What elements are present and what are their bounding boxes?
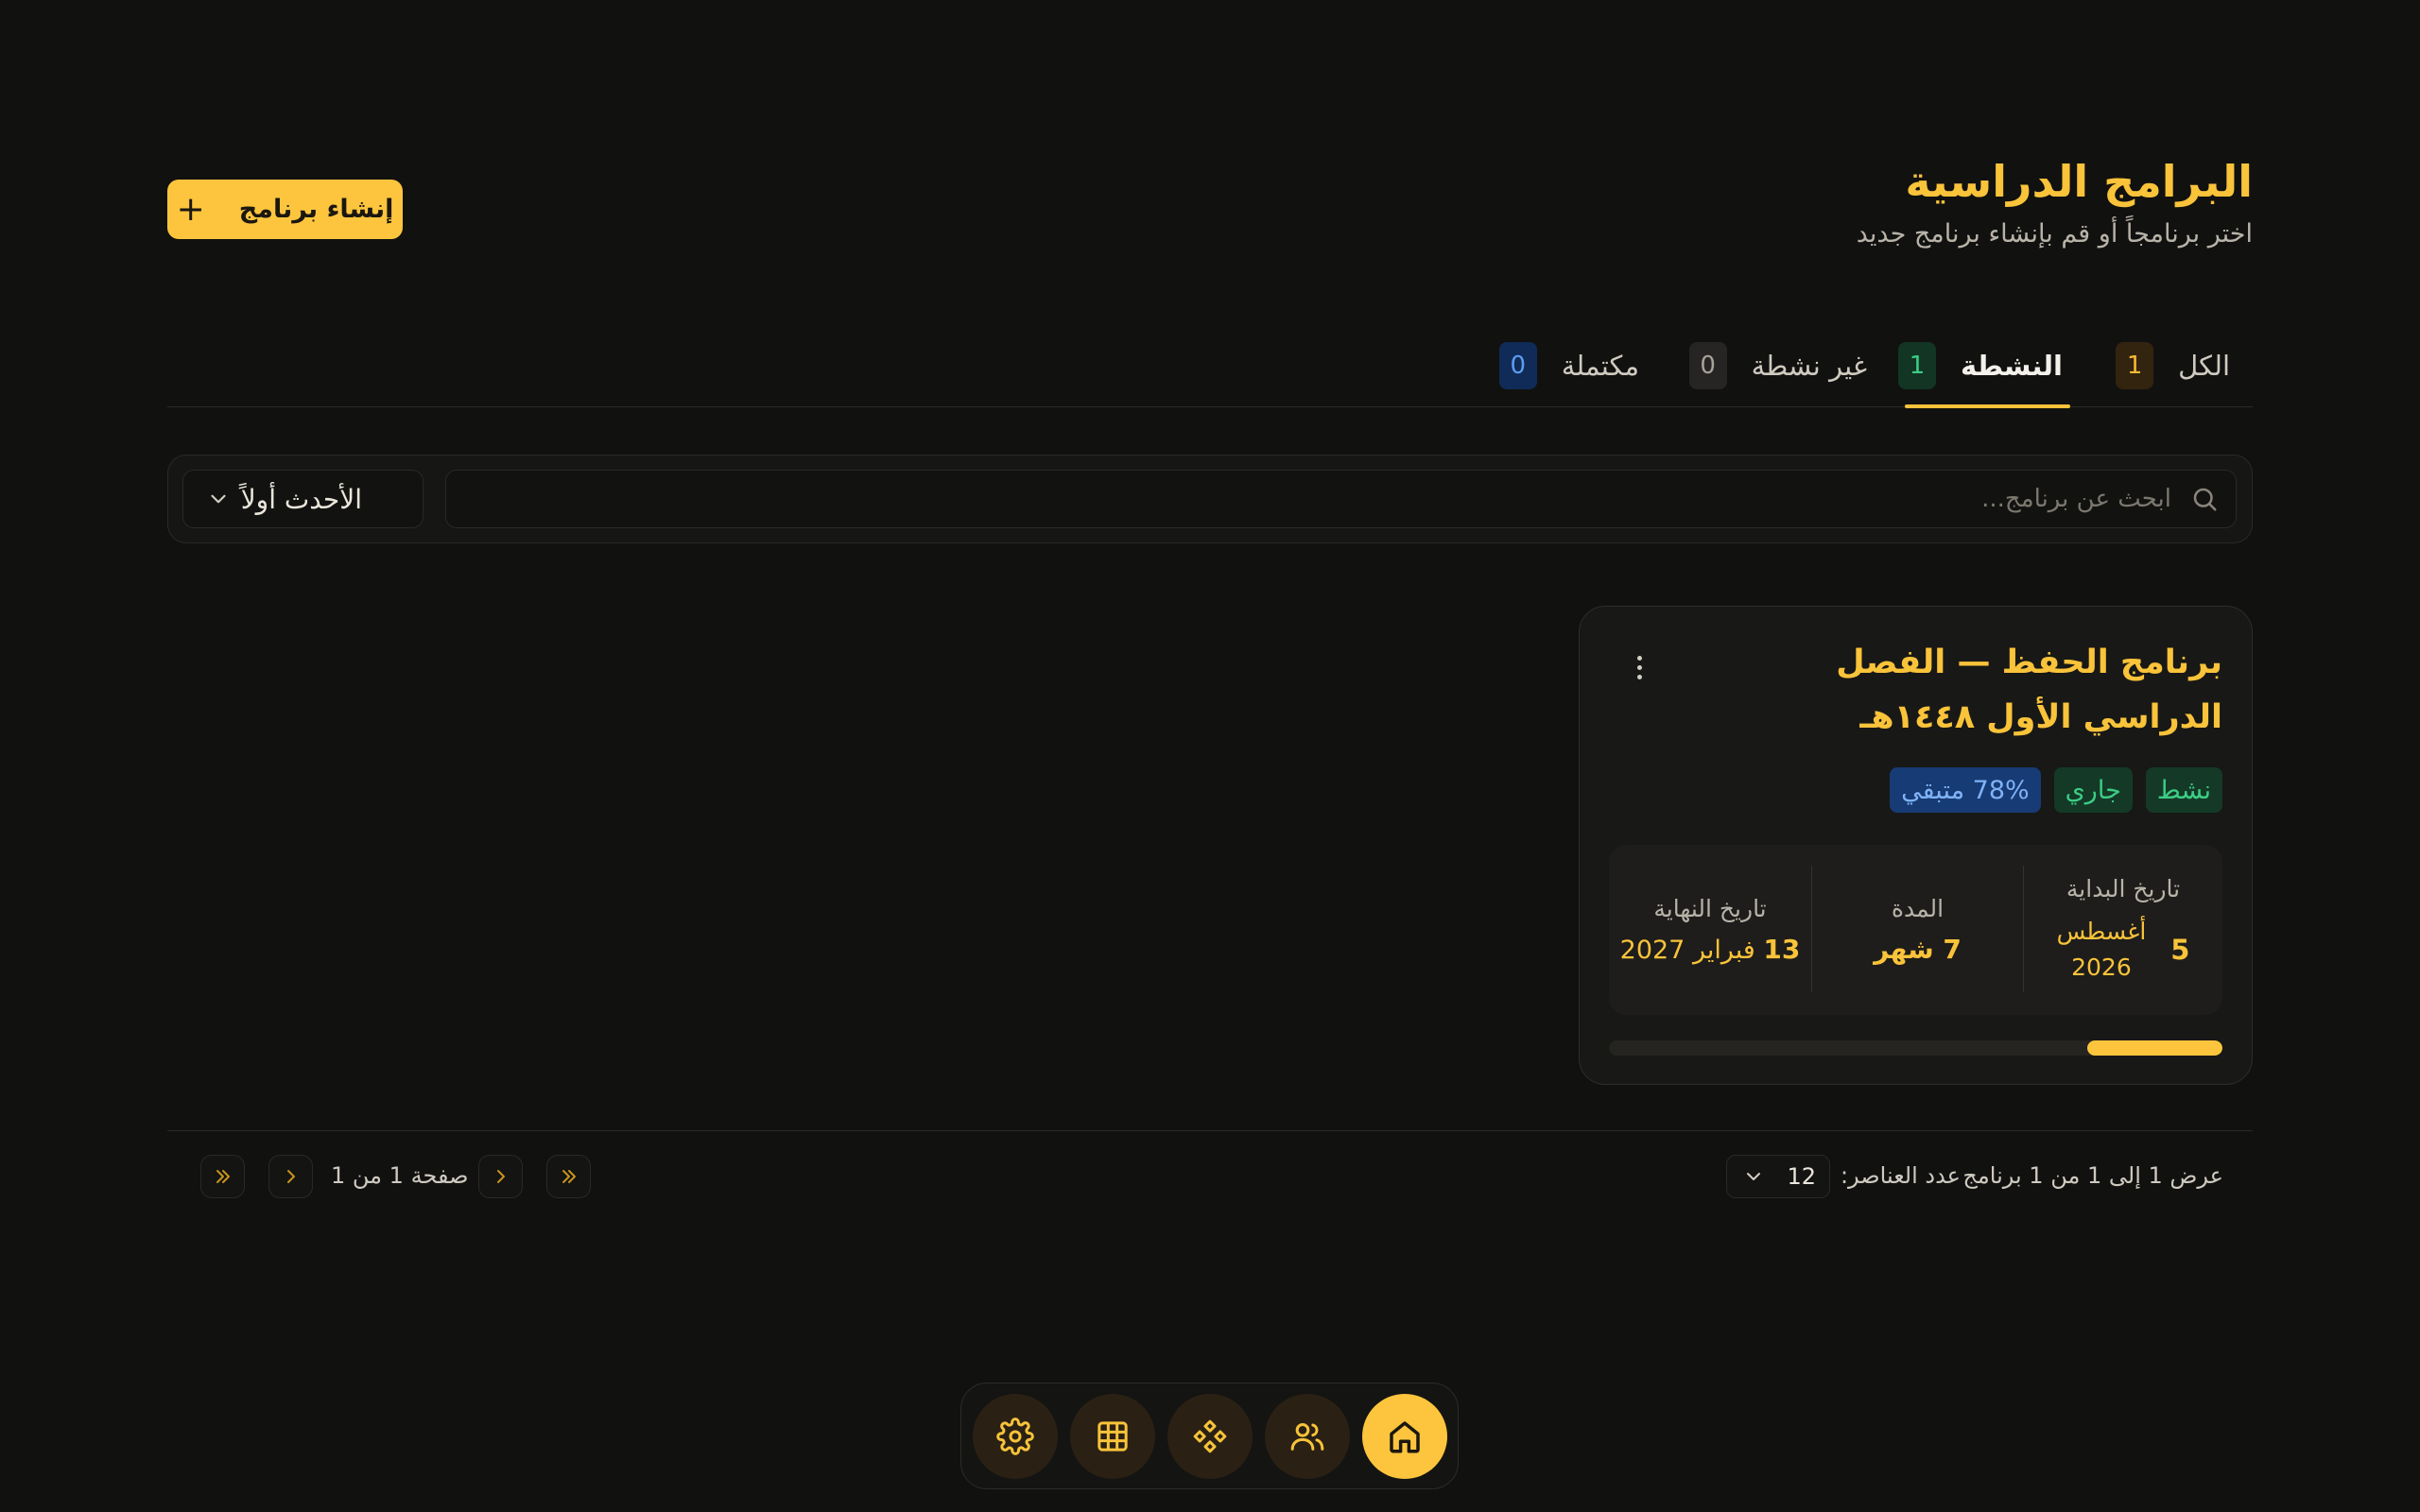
next-page-button[interactable] <box>268 1155 313 1198</box>
search-input[interactable] <box>566 484 2173 514</box>
duration-stat: المدة 7 شهر <box>1812 845 2023 1015</box>
programs-page: البرامج الدراسية اختر برنامجاً أو قم بإن… <box>0 0 2420 1512</box>
sort-select[interactable]: الأحدث أولاً <box>182 470 424 528</box>
tab-all-label: الكل <box>2178 350 2230 382</box>
bottom-dock <box>960 1383 1459 1489</box>
program-card[interactable]: برنامج الحفظ — الفصل الدراسي الأول ١٤٤٨ه… <box>1579 606 2253 1085</box>
page-subtitle: اختر برنامجاً أو قم بإنشاء برنامج جديد <box>1856 219 2253 249</box>
status-badge: نشط <box>2145 767 2222 813</box>
table-grid-icon <box>1098 1421 1128 1452</box>
last-page-button[interactable] <box>200 1155 245 1198</box>
tab-inactive-label: غير نشطة <box>1751 350 1867 382</box>
sort-select-value: الأحدث أولاً <box>240 483 362 515</box>
plus-icon: + <box>176 189 205 229</box>
tab-all[interactable]: الكل 1 <box>2100 342 2238 408</box>
start-date-stat: تاريخ البداية 5 أغسطس 2026 <box>2024 845 2222 1015</box>
results-count-text: عرض 1 إلى 1 من 1 برنامج <box>1962 1162 2223 1189</box>
dock-home-button[interactable] <box>1362 1394 1447 1479</box>
page-header: البرامج الدراسية اختر برنامجاً أو قم بإن… <box>1857 151 2253 249</box>
tab-all-count: 1 <box>2116 342 2154 389</box>
tab-completed-label: مكتملة <box>1561 350 1639 382</box>
stat-divider <box>1811 866 1812 992</box>
start-date-value: 5 أغسطس 2026 <box>2057 914 2190 986</box>
program-progress-bar <box>1609 1040 2222 1056</box>
tab-completed[interactable]: مكتملة 0 <box>1477 342 1647 408</box>
start-date-year: 2026 <box>2071 953 2132 981</box>
start-date-month: أغسطس <box>2056 917 2147 945</box>
filter-panel: الأحدث أولاً <box>167 455 2253 543</box>
chevron-left-icon <box>286 1170 295 1183</box>
first-page-button[interactable] <box>546 1155 591 1198</box>
start-date-day: 5 <box>2170 933 2190 966</box>
end-date-month-year: فبراير 2027 <box>1619 936 1755 965</box>
per-page-value: 12 <box>1787 1163 1816 1190</box>
program-card-title: برنامج الحفظ — الفصل الدراسي الأول ١٤٤٨ه… <box>1836 644 2222 736</box>
chevrons-right-icon <box>562 1170 576 1183</box>
chevron-right-icon <box>496 1170 505 1183</box>
duration-label: المدة <box>1891 895 1945 922</box>
progress-state-badge: جاري <box>2053 767 2133 813</box>
page-title: البرامج الدراسية <box>1905 156 2253 207</box>
program-stats: تاريخ البداية 5 أغسطس 2026 المدة 7 شهر ت… <box>1609 845 2222 1015</box>
dock-settings-button[interactable] <box>973 1394 1058 1479</box>
chevron-down-icon <box>1747 1173 1760 1180</box>
tab-active-count: 1 <box>1897 342 1936 389</box>
stat-divider <box>2023 866 2024 992</box>
dock-users-button[interactable] <box>1265 1394 1350 1479</box>
tab-completed-count: 0 <box>1498 342 1537 389</box>
dock-table-button[interactable] <box>1070 1394 1155 1479</box>
footer-divider <box>167 1130 2253 1131</box>
chevrons-left-icon <box>216 1170 230 1183</box>
users-icon <box>1290 1423 1324 1451</box>
page-info: صفحة 1 من 1 <box>331 1162 469 1189</box>
end-date-stat: تاريخ النهاية 13 فبراير 2027 <box>1609 845 1811 1015</box>
remaining-badge: 78% متبقي <box>1890 767 2041 813</box>
duration-value: 7 شهر <box>1874 934 1962 965</box>
create-program-button[interactable]: إنشاء برنامج + <box>167 180 403 239</box>
dock-programs-button[interactable] <box>1167 1394 1253 1479</box>
per-page-label: عدد العناصر: <box>1840 1162 1961 1189</box>
tab-active-label: النشطة <box>1960 350 2063 382</box>
program-badges: نشط جاري 78% متبقي <box>1890 767 2222 813</box>
tab-inactive-count: 0 <box>1688 342 1727 389</box>
status-tabs: الكل 1 النشطة 1 غير نشطة 0 مكتملة 0 <box>167 331 2253 408</box>
end-date-day: 13 <box>1763 934 1801 965</box>
more-options-icon[interactable] <box>1627 648 1651 686</box>
tab-inactive[interactable]: غير نشطة 0 <box>1676 342 1875 408</box>
start-date-label: تاريخ البداية <box>2066 874 2181 902</box>
create-program-label: إنشاء برنامج <box>238 195 394 224</box>
home-icon <box>1390 1421 1420 1453</box>
per-page-select[interactable]: 12 <box>1726 1155 1830 1198</box>
tab-active[interactable]: النشطة 1 <box>1897 342 2070 408</box>
search-box <box>445 470 2237 528</box>
end-date-label: تاريخ النهاية <box>1653 895 1767 922</box>
chevron-down-icon <box>211 494 226 504</box>
program-progress-fill <box>2087 1040 2222 1056</box>
previous-page-button[interactable] <box>478 1155 523 1198</box>
search-icon <box>2193 488 2217 511</box>
diamonds-icon <box>1193 1419 1227 1453</box>
settings-gear-icon <box>996 1418 1034 1455</box>
